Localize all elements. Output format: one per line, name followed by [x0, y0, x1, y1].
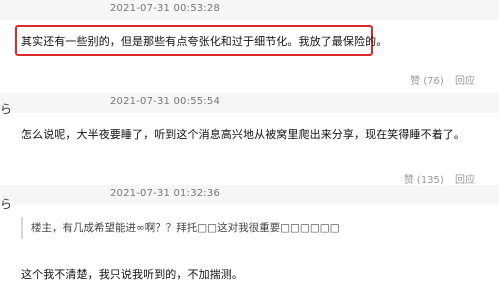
- like-count: 赞 (135): [403, 175, 444, 186]
- comment-text: 这个我不清楚，我只说我听到的，不加揣测。: [21, 268, 243, 281]
- comment-text: 怎么说呢，大半夜要睡了，听到这个消息高兴地从被窝里爬出来分享，现在笑得睡不着了。: [21, 128, 465, 141]
- like-count: 赞 (76): [410, 76, 444, 87]
- avatar[interactable]: ら: [0, 103, 10, 115]
- reply-button[interactable]: 回应: [455, 171, 475, 186]
- avatar[interactable]: ら: [0, 198, 10, 210]
- comment-header: [0, 185, 499, 205]
- comment-timestamp: 2021-07-31 01:32:36: [110, 188, 221, 199]
- comment-actions: 赞 (135) 回应: [404, 171, 475, 186]
- comment-timestamp: 2021-07-31 00:53:28: [110, 3, 221, 14]
- like-button[interactable]: 赞 (76): [410, 72, 444, 87]
- like-button[interactable]: 赞 (135): [404, 171, 444, 186]
- comment-actions: 赞 (76) 回应: [410, 72, 475, 87]
- comment-timestamp: 2021-07-31 00:55:54: [110, 96, 221, 107]
- comment-text: 其实还有一些别的，但是那些有点夸张化和过于细节化。我放了最保险的。: [21, 35, 388, 48]
- comment-header: [0, 93, 499, 113]
- reply-button[interactable]: 回应: [455, 72, 475, 87]
- quoted-comment: 楼主，有几成希望能进∞啊？？拜托□□这对我很重要□□□□□□: [21, 217, 481, 239]
- comment-header: [0, 0, 499, 20]
